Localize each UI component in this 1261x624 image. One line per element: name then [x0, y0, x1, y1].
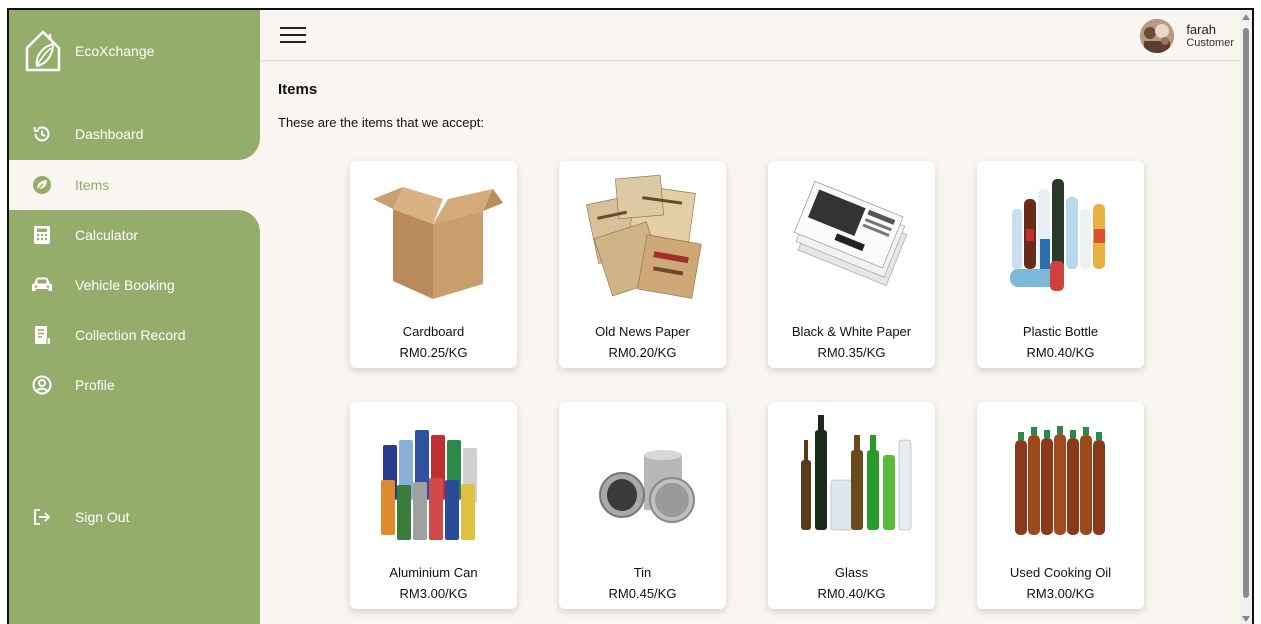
record-icon — [31, 324, 53, 346]
sign-out-button[interactable]: Sign Out — [9, 497, 260, 537]
calculator-icon — [31, 224, 53, 246]
paper-stack-image — [793, 180, 908, 286]
vertical-scrollbar[interactable] — [1240, 10, 1252, 624]
item-card-black-white-paper[interactable]: Black & White Paper RM0.35/KG — [768, 161, 935, 368]
sidebar-item-profile[interactable]: Profile — [9, 365, 260, 405]
leaf-icon — [31, 174, 53, 196]
sidebar: EcoXchange Dashboard Items Calculator Ve… — [9, 10, 260, 624]
item-card-tin[interactable]: Tin RM0.45/KG — [559, 402, 726, 609]
item-card-plastic-bottle[interactable]: Plastic Bottle RM0.40/KG — [977, 161, 1144, 368]
item-name: Aluminium Can — [389, 565, 478, 580]
newspaper-image — [585, 174, 702, 299]
aluminium-cans-image — [381, 430, 477, 540]
item-name: Used Cooking Oil — [1009, 565, 1112, 580]
cooking-oil-bottles-image — [1015, 426, 1105, 535]
hamburger-line — [280, 27, 306, 29]
cardboard-image — [373, 187, 503, 299]
page-description: These are the items that we accept: — [278, 115, 484, 130]
main-content: Items These are the items that we accept… — [260, 61, 1240, 624]
scroll-down-arrow[interactable] — [1242, 616, 1250, 622]
item-price: RM0.45/KG — [608, 586, 677, 601]
avatar — [1140, 19, 1175, 53]
item-card-cardboard[interactable]: Cardboard RM0.25/KG — [350, 161, 517, 368]
profile-icon — [31, 374, 53, 396]
sidebar-item-calculator[interactable]: Calculator — [9, 215, 260, 255]
item-card-used-cooking-oil[interactable]: Used Cooking Oil RM3.00/KG — [977, 402, 1144, 609]
item-name: Tin — [633, 565, 652, 580]
app-window: EcoXchange Dashboard Items Calculator Ve… — [7, 8, 1254, 624]
scroll-up-arrow[interactable] — [1242, 14, 1250, 20]
item-name: Cardboard — [402, 324, 465, 339]
item-card-glass[interactable]: Glass RM0.40/KG — [768, 402, 935, 609]
user-role: Customer — [1186, 37, 1234, 50]
item-price: RM0.40/KG — [817, 586, 886, 601]
hamburger-line — [280, 41, 306, 43]
sidebar-item-label: Collection Record — [75, 327, 186, 343]
item-price: RM0.25/KG — [399, 345, 468, 360]
dashboard-icon — [31, 123, 53, 145]
sign-out-icon — [31, 506, 53, 528]
tin-cans-image — [599, 450, 695, 523]
item-card-aluminium-can[interactable]: Aluminium Can RM3.00/KG — [350, 402, 517, 609]
sidebar-item-label: Dashboard — [75, 126, 144, 142]
car-icon — [31, 274, 53, 296]
brand-name: EcoXchange — [75, 43, 155, 59]
sidebar-item-dashboard[interactable]: Dashboard — [9, 114, 260, 154]
item-price: RM0.20/KG — [608, 345, 677, 360]
hamburger-line — [280, 34, 306, 36]
item-name: Old News Paper — [595, 324, 690, 339]
items-grid: Cardboard RM0.25/KG Old News Paper RM0.2… — [350, 161, 1150, 609]
user-menu[interactable]: farah Customer — [1140, 18, 1234, 54]
menu-toggle-button[interactable] — [280, 25, 306, 45]
item-price: RM3.00/KG — [399, 586, 468, 601]
sign-out-label: Sign Out — [75, 509, 130, 525]
sidebar-item-vehicle-booking[interactable]: Vehicle Booking — [9, 265, 260, 305]
page-title: Items — [278, 81, 318, 98]
item-card-old-news-paper[interactable]: Old News Paper RM0.20/KG — [559, 161, 726, 368]
item-name: Glass — [834, 565, 869, 580]
scrollbar-thumb[interactable] — [1243, 28, 1249, 598]
top-bar: farah Customer — [260, 10, 1240, 61]
item-name: Black & White Paper — [791, 324, 912, 339]
sidebar-item-label: Profile — [75, 377, 115, 393]
item-price: RM3.00/KG — [1026, 586, 1095, 601]
sidebar-item-label: Calculator — [75, 227, 139, 243]
item-price: RM0.40/KG — [1026, 345, 1095, 360]
user-name: farah — [1186, 21, 1216, 37]
ecoxchange-logo — [25, 30, 61, 72]
sidebar-item-label: Vehicle Booking — [75, 277, 175, 293]
glass-bottles-image — [801, 415, 912, 531]
item-price: RM0.35/KG — [817, 345, 886, 360]
item-name: Plastic Bottle — [1022, 324, 1099, 339]
sidebar-item-items[interactable]: Items — [9, 165, 260, 205]
plastic-bottles-image — [1010, 179, 1105, 291]
sidebar-item-label: Items — [75, 177, 110, 193]
sidebar-item-collection-record[interactable]: Collection Record — [9, 315, 260, 355]
